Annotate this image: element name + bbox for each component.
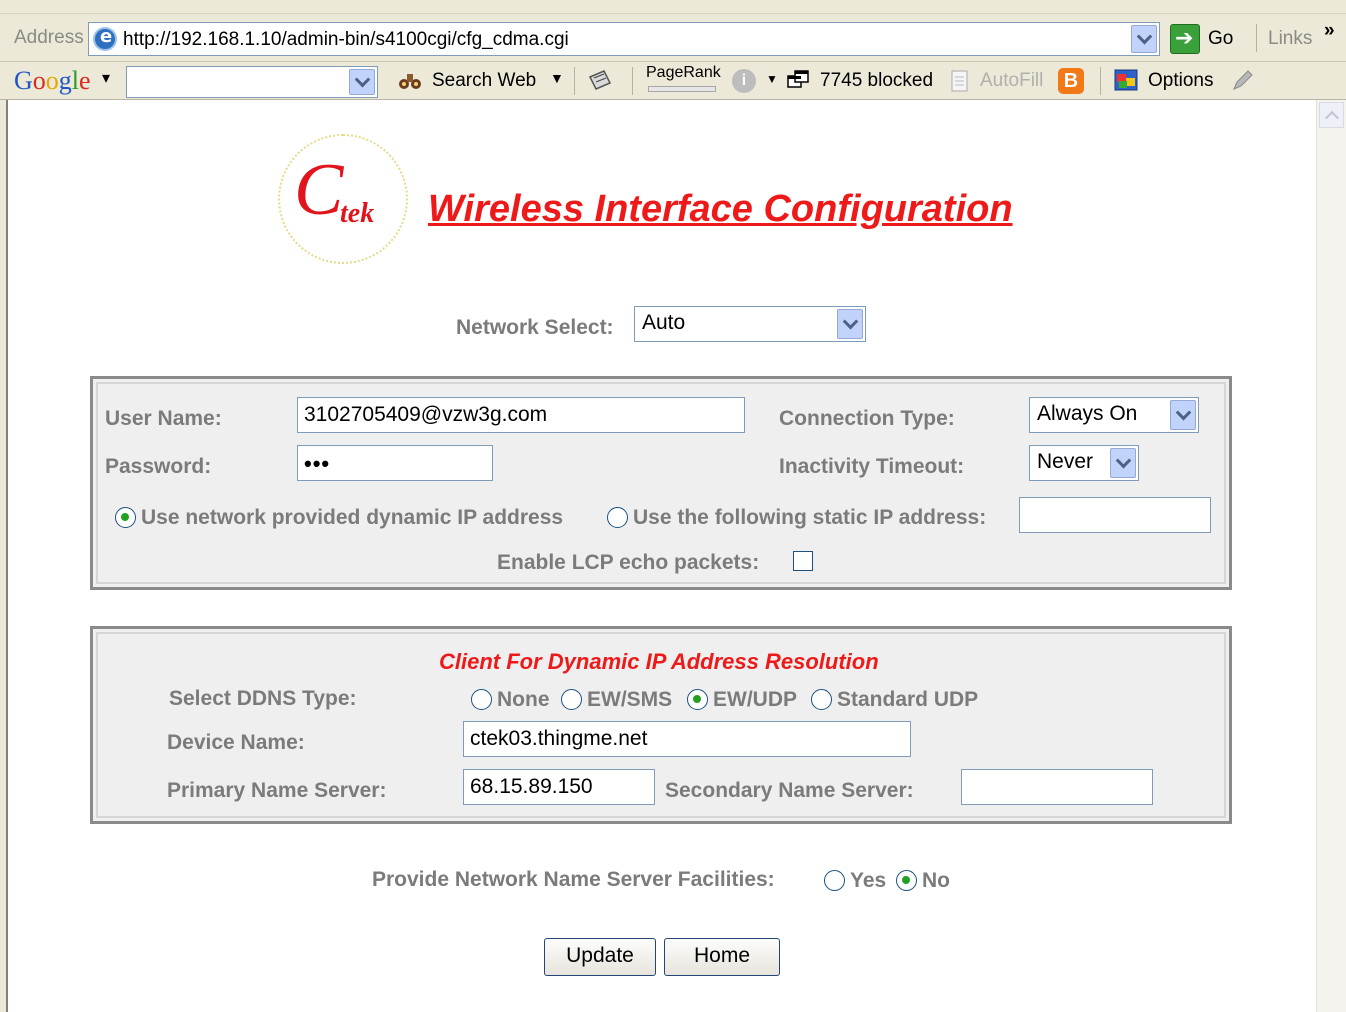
pagerank-bar [648,86,716,92]
secondary-ns-input[interactable] [961,769,1153,805]
options-icon[interactable] [1114,68,1138,92]
ddns-ewudp-label[interactable]: EW/UDP [713,688,797,712]
static-ip-radio[interactable] [607,507,628,528]
options-button[interactable]: Options [1148,70,1213,92]
network-select-label: Network Select: [456,316,614,339]
connection-type-select[interactable]: Always On [1029,397,1199,433]
binoculars-icon [399,74,421,89]
popups-blocked-count[interactable]: 7745 blocked [820,70,933,92]
links-button[interactable]: Links [1268,28,1312,50]
ddns-panel: Client For Dynamic IP Address Resolution… [90,626,1232,824]
dynamic-ip-radio[interactable] [115,507,136,528]
connection-type-label: Connection Type: [779,407,955,430]
secondary-ns-label: Secondary Name Server: [665,779,914,802]
lcp-echo-label: Enable LCP echo packets: [497,551,760,574]
scroll-up-icon[interactable] [1319,102,1344,128]
inactivity-timeout-value: Never [1037,450,1094,473]
autofill-button[interactable]: AutoFill [980,70,1043,92]
news-icon[interactable] [588,69,612,93]
dynamic-ip-label[interactable]: Use network provided dynamic IP address [141,506,563,530]
lcp-echo-checkbox[interactable] [793,551,813,571]
google-toolbar: Google ▾ Search Web ▼ PageRank i ▼ 7745 … [0,62,1346,100]
address-bar: Address http://192.168.1.10/admin-bin/s4… [0,14,1346,62]
username-input[interactable]: 3102705409@vzw3g.com [297,397,745,433]
logo-suffix: tek [340,198,375,229]
search-web-dropdown-icon[interactable]: ▼ [550,70,564,86]
ddns-none-label[interactable]: None [497,688,550,712]
ddns-type-label: Select DDNS Type: [169,687,357,710]
links-chevron-icon[interactable]: » [1324,20,1335,42]
device-name-label: Device Name: [167,731,305,754]
popup-blocker-icon[interactable] [786,68,810,92]
search-web-button[interactable]: Search Web [432,70,536,92]
inactivity-timeout-select[interactable]: Never [1029,445,1139,481]
address-input[interactable]: http://192.168.1.10/admin-bin/s4100cgi/c… [88,22,1160,56]
connection-type-value: Always On [1037,402,1138,425]
primary-ns-input[interactable]: 68.15.89.150 [463,769,655,805]
ns-facilities-no-label[interactable]: No [922,869,950,893]
static-ip-label[interactable]: Use the following static IP address: [633,506,986,530]
pencil-icon[interactable] [1230,69,1254,93]
toolbar-separator [1256,24,1257,52]
page-content: C tek Wireless Interface Configuration N… [6,100,1316,1012]
chevron-down-icon[interactable] [837,309,863,339]
google-logo[interactable]: Google [14,66,91,96]
device-name-input[interactable]: ctek03.thingme.net [463,721,911,757]
password-label: Password: [105,455,212,478]
home-button[interactable]: Home [664,938,780,976]
ddns-none-radio[interactable] [471,689,492,710]
blogger-icon[interactable]: B [1058,68,1084,94]
logo-letter: C [294,149,344,231]
address-dropdown-icon[interactable] [1131,25,1157,53]
autofill-icon [951,70,968,92]
ns-facilities-yes-label[interactable]: Yes [850,869,886,893]
inactivity-timeout-label: Inactivity Timeout: [779,455,965,478]
go-arrow-icon[interactable] [1170,24,1200,54]
ns-facilities-no-radio[interactable] [896,870,917,891]
ddns-ewudp-radio[interactable] [687,689,708,710]
vertical-scrollbar[interactable] [1316,100,1346,1012]
google-search-input[interactable] [126,66,378,98]
info-icon[interactable]: i [732,69,756,93]
ctek-logo: C tek [278,134,408,264]
go-button[interactable]: Go [1208,28,1233,50]
chevron-down-icon[interactable] [1110,448,1136,478]
ddns-heading: Client For Dynamic IP Address Resolution [439,649,879,674]
google-menu-arrow-icon[interactable]: ▾ [102,68,110,88]
primary-ns-label: Primary Name Server: [167,779,387,802]
ie-page-icon [93,26,117,51]
update-button[interactable]: Update [544,938,656,976]
ns-facilities-yes-radio[interactable] [824,870,845,891]
ddns-standard-udp-radio[interactable] [811,689,832,710]
toolbar-separator [574,67,575,95]
ddns-standard-udp-label[interactable]: Standard UDP [837,688,978,712]
chevron-down-icon[interactable] [1170,400,1196,430]
google-search-dropdown-icon[interactable] [349,69,375,95]
connection-panel: User Name: 3102705409@vzw3g.com Password… [90,376,1232,590]
network-select[interactable]: Auto [634,306,866,342]
static-ip-input[interactable] [1019,497,1211,533]
address-url[interactable]: http://192.168.1.10/admin-bin/s4100cgi/c… [123,29,569,51]
ddns-ewsms-radio[interactable] [561,689,582,710]
info-dropdown-icon[interactable]: ▼ [766,72,778,86]
toolbar-separator [1100,67,1101,95]
page-title: Wireless Interface Configuration [428,188,1013,230]
menu-toolbar-strip [0,0,1346,14]
toolbar-separator [632,67,633,95]
username-label: User Name: [105,407,222,430]
ddns-ewsms-label[interactable]: EW/SMS [587,688,672,712]
network-select-value: Auto [642,311,686,334]
address-label: Address [14,27,84,48]
ns-facilities-label: Provide Network Name Server Facilities: [372,868,775,891]
pagerank-label: PageRank [646,64,721,81]
password-input[interactable]: ••• [297,445,493,481]
